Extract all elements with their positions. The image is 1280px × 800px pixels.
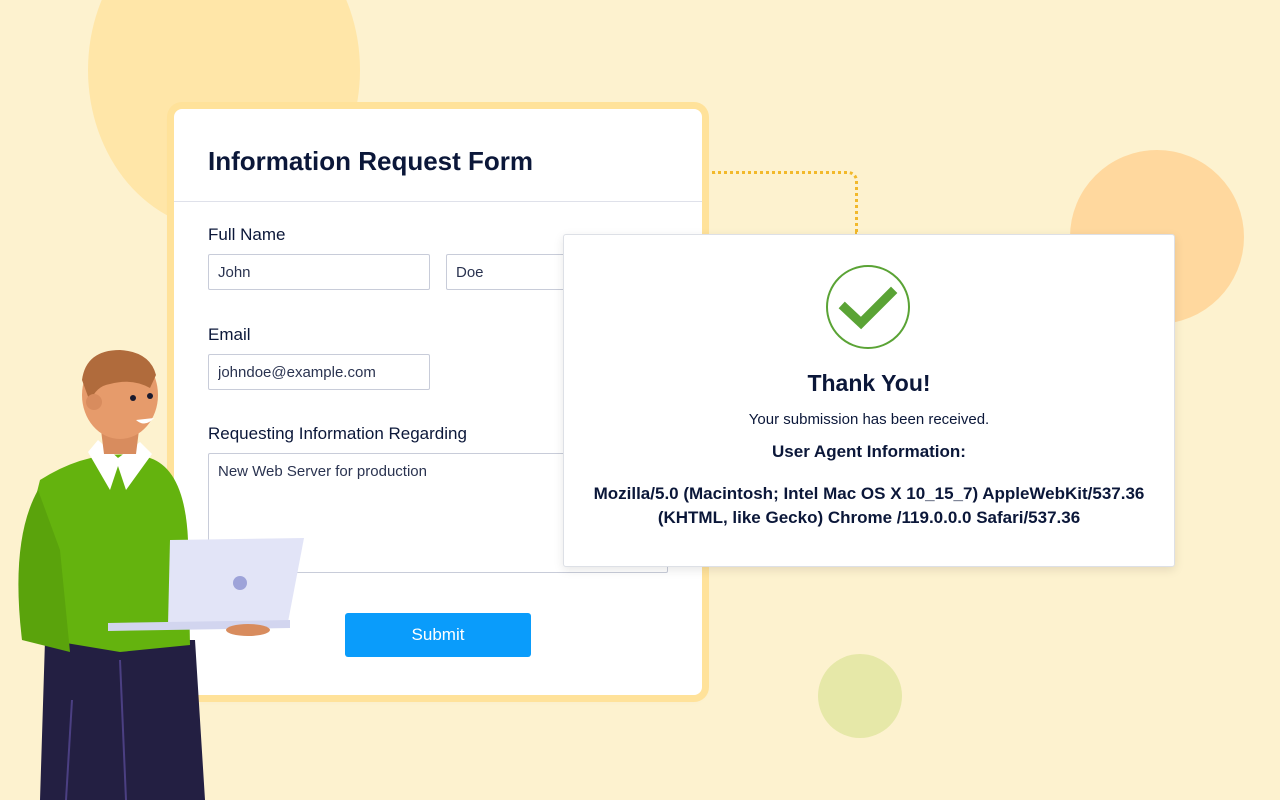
person-with-laptop-illustration <box>18 350 304 800</box>
user-agent-string: Mozilla/5.0 (Macintosh; Intel Mac OS X 1… <box>579 482 1159 530</box>
full-name-label: Full Name <box>208 225 286 244</box>
thank-you-modal: Thank You! Your submission has been rece… <box>563 234 1175 567</box>
check-circle-icon <box>826 265 910 349</box>
background-circle-bottom <box>818 654 902 738</box>
user-agent-heading: User Agent Information: <box>772 442 966 461</box>
form-title: Information Request Form <box>208 146 534 176</box>
checkmark-icon <box>838 286 898 330</box>
user-agent-line-1: Mozilla/5.0 (Macintosh; Intel Mac OS X 1… <box>593 484 1145 503</box>
thank-you-title: Thank You! <box>807 370 931 396</box>
submission-message: Your submission has been received. <box>748 411 990 428</box>
submit-button[interactable]: Submit <box>345 613 531 657</box>
dotted-connector <box>712 171 858 235</box>
form-divider <box>174 201 702 202</box>
first-name-input[interactable] <box>208 254 430 290</box>
user-agent-line-2: (KHTML, like Gecko) Chrome /119.0.0.0 Sa… <box>657 508 1081 527</box>
